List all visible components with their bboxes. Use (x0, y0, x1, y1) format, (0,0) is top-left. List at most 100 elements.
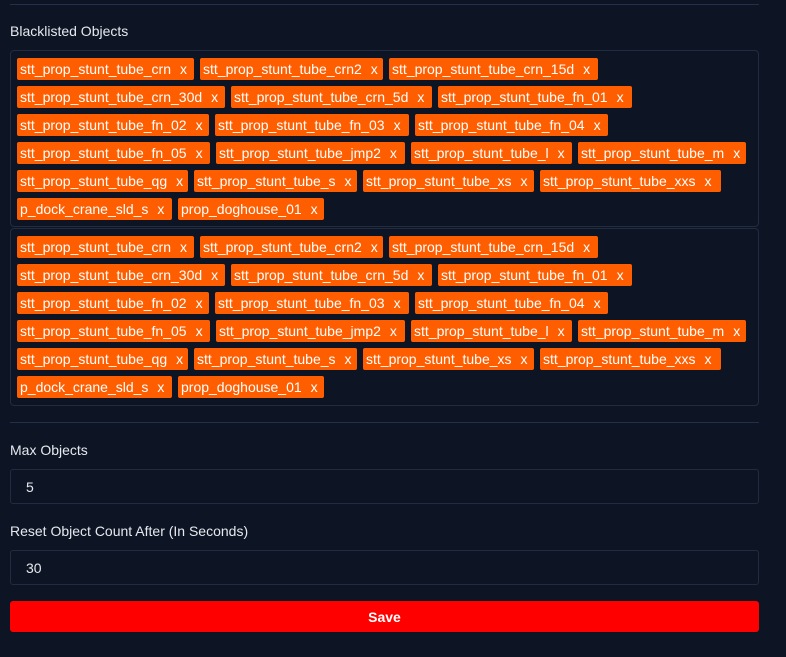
remove-tag-icon[interactable]: x (521, 348, 528, 370)
remove-tag-icon[interactable]: x (390, 142, 397, 164)
blacklist-tag[interactable]: stt_prop_stunt_tube_xs x (363, 170, 534, 192)
remove-tag-icon[interactable]: x (594, 292, 601, 314)
blacklist-tag[interactable]: stt_prop_stunt_tube_fn_01 x (438, 86, 632, 108)
blacklist-tag[interactable]: stt_prop_stunt_tube_crn_30d x (17, 86, 225, 108)
blacklist-tag[interactable]: stt_prop_stunt_tube_fn_01 x (438, 264, 632, 286)
remove-tag-icon[interactable]: x (157, 376, 164, 398)
tag-label: prop_doghouse_01 (181, 201, 302, 217)
blacklist-tag[interactable]: stt_prop_stunt_tube_jmp2 x (216, 320, 405, 342)
remove-tag-icon[interactable]: x (211, 86, 218, 108)
blacklist-tag[interactable]: stt_prop_stunt_tube_l x (411, 320, 572, 342)
blacklist-tag[interactable]: p_dock_crane_sld_s x (17, 198, 172, 220)
blacklist-tag[interactable]: stt_prop_stunt_tube_crn_30d x (17, 264, 225, 286)
remove-tag-icon[interactable]: x (705, 348, 712, 370)
blacklist-tag[interactable]: stt_prop_stunt_tube_fn_04 x (415, 292, 608, 314)
blacklist-tag[interactable]: stt_prop_stunt_tube_fn_03 x (215, 114, 409, 136)
remove-tag-icon[interactable]: x (176, 170, 183, 192)
blacklist-tag[interactable]: stt_prop_stunt_tube_m x (578, 142, 746, 164)
tag-label: stt_prop_stunt_tube_qg (20, 173, 168, 189)
remove-tag-icon[interactable]: x (733, 320, 740, 342)
blacklist-tag[interactable]: prop_doghouse_01 x (178, 198, 324, 220)
tag-label: stt_prop_stunt_tube_fn_01 (441, 267, 608, 283)
tag-label: stt_prop_stunt_tube_l (414, 323, 549, 339)
tag-label: stt_prop_stunt_tube_crn_30d (20, 267, 203, 283)
blacklist-tag[interactable]: stt_prop_stunt_tube_crn_15d x (389, 236, 598, 258)
tag-label: stt_prop_stunt_tube_fn_05 (20, 323, 187, 339)
blacklist-selected-tags[interactable]: stt_prop_stunt_tube_crn x stt_prop_stunt_t… (10, 50, 759, 227)
remove-tag-icon[interactable]: x (196, 320, 203, 342)
remove-tag-icon[interactable]: x (594, 114, 601, 136)
remove-tag-icon[interactable]: x (180, 236, 187, 258)
remove-tag-icon[interactable]: x (583, 236, 590, 258)
blacklist-tag[interactable]: stt_prop_stunt_tube_m x (578, 320, 746, 342)
tag-label: stt_prop_stunt_tube_fn_05 (20, 145, 187, 161)
remove-tag-icon[interactable]: x (345, 170, 352, 192)
remove-tag-icon[interactable]: x (176, 348, 183, 370)
tag-label: stt_prop_stunt_tube_qg (20, 351, 168, 367)
blacklist-tag[interactable]: stt_prop_stunt_tube_s x (194, 348, 357, 370)
blacklist-tag[interactable]: stt_prop_stunt_tube_crn_5d x (231, 86, 432, 108)
blacklist-tag[interactable]: stt_prop_stunt_tube_xxs x (540, 348, 721, 370)
remove-tag-icon[interactable]: x (417, 264, 424, 286)
blacklist-tag[interactable]: stt_prop_stunt_tube_qg x (17, 348, 188, 370)
tag-label: stt_prop_stunt_tube_jmp2 (219, 145, 381, 161)
blacklisted-objects-label: Blacklisted Objects (10, 23, 129, 39)
remove-tag-icon[interactable]: x (157, 198, 164, 220)
remove-tag-icon[interactable]: x (521, 170, 528, 192)
remove-tag-icon[interactable]: x (371, 58, 378, 80)
remove-tag-icon[interactable]: x (196, 142, 203, 164)
blacklist-tag[interactable]: stt_prop_stunt_tube_l x (411, 142, 572, 164)
blacklist-tag[interactable]: stt_prop_stunt_tube_fn_03 x (215, 292, 409, 314)
remove-tag-icon[interactable]: x (558, 320, 565, 342)
tag-label: stt_prop_stunt_tube_l (414, 145, 549, 161)
remove-tag-icon[interactable]: x (417, 86, 424, 108)
remove-tag-icon[interactable]: x (394, 292, 401, 314)
tag-label: stt_prop_stunt_tube_crn (20, 239, 171, 255)
tag-label: stt_prop_stunt_tube_crn_5d (234, 267, 409, 283)
blacklist-tag[interactable]: stt_prop_stunt_tube_fn_04 x (415, 114, 608, 136)
blacklist-tag[interactable]: stt_prop_stunt_tube_xs x (363, 348, 534, 370)
remove-tag-icon[interactable]: x (583, 58, 590, 80)
blacklist-tag[interactable]: stt_prop_stunt_tube_crn_15d x (389, 58, 598, 80)
blacklist-tag[interactable]: p_dock_crane_sld_s x (17, 376, 172, 398)
blacklist-tag[interactable]: stt_prop_stunt_tube_crn x (17, 236, 194, 258)
remove-tag-icon[interactable]: x (390, 320, 397, 342)
tag-label: stt_prop_stunt_tube_fn_04 (418, 117, 585, 133)
blacklist-tag[interactable]: stt_prop_stunt_tube_crn_5d x (231, 264, 432, 286)
max-objects-label: Max Objects (10, 442, 88, 458)
remove-tag-icon[interactable]: x (617, 264, 624, 286)
blacklist-tag[interactable]: stt_prop_stunt_tube_crn2 x (200, 58, 383, 80)
remove-tag-icon[interactable]: x (180, 58, 187, 80)
blacklist-tag-list[interactable]: stt_prop_stunt_tube_crn x stt_prop_stunt_t… (10, 228, 759, 406)
remove-tag-icon[interactable]: x (311, 376, 318, 398)
tag-label: stt_prop_stunt_tube_xxs (543, 173, 696, 189)
blacklist-tag[interactable]: stt_prop_stunt_tube_jmp2 x (216, 142, 405, 164)
tag-label: stt_prop_stunt_tube_crn (20, 61, 171, 77)
blacklist-tag[interactable]: stt_prop_stunt_tube_xxs x (540, 170, 721, 192)
blacklist-tag[interactable]: stt_prop_stunt_tube_s x (194, 170, 357, 192)
settings-panel: Blacklisted Objects stt_prop_stunt_tube_… (0, 0, 786, 657)
blacklist-tag[interactable]: stt_prop_stunt_tube_fn_02 x (17, 292, 209, 314)
remove-tag-icon[interactable]: x (345, 348, 352, 370)
save-button[interactable]: Save (10, 601, 759, 632)
blacklist-tag[interactable]: stt_prop_stunt_tube_fn_02 x (17, 114, 209, 136)
remove-tag-icon[interactable]: x (196, 114, 203, 136)
remove-tag-icon[interactable]: x (705, 170, 712, 192)
blacklist-tag[interactable]: stt_prop_stunt_tube_fn_05 x (17, 320, 210, 342)
remove-tag-icon[interactable]: x (394, 114, 401, 136)
remove-tag-icon[interactable]: x (733, 142, 740, 164)
remove-tag-icon[interactable]: x (558, 142, 565, 164)
reset-count-input[interactable] (10, 550, 759, 585)
blacklist-tag[interactable]: stt_prop_stunt_tube_crn x (17, 58, 194, 80)
blacklist-tag[interactable]: prop_doghouse_01 x (178, 376, 324, 398)
blacklist-tag[interactable]: stt_prop_stunt_tube_qg x (17, 170, 188, 192)
remove-tag-icon[interactable]: x (371, 236, 378, 258)
tag-label: stt_prop_stunt_tube_crn2 (203, 61, 362, 77)
blacklist-tag[interactable]: stt_prop_stunt_tube_crn2 x (200, 236, 383, 258)
remove-tag-icon[interactable]: x (211, 264, 218, 286)
max-objects-input[interactable] (10, 469, 759, 504)
blacklist-tag[interactable]: stt_prop_stunt_tube_fn_05 x (17, 142, 210, 164)
remove-tag-icon[interactable]: x (617, 86, 624, 108)
remove-tag-icon[interactable]: x (196, 292, 203, 314)
remove-tag-icon[interactable]: x (311, 198, 318, 220)
